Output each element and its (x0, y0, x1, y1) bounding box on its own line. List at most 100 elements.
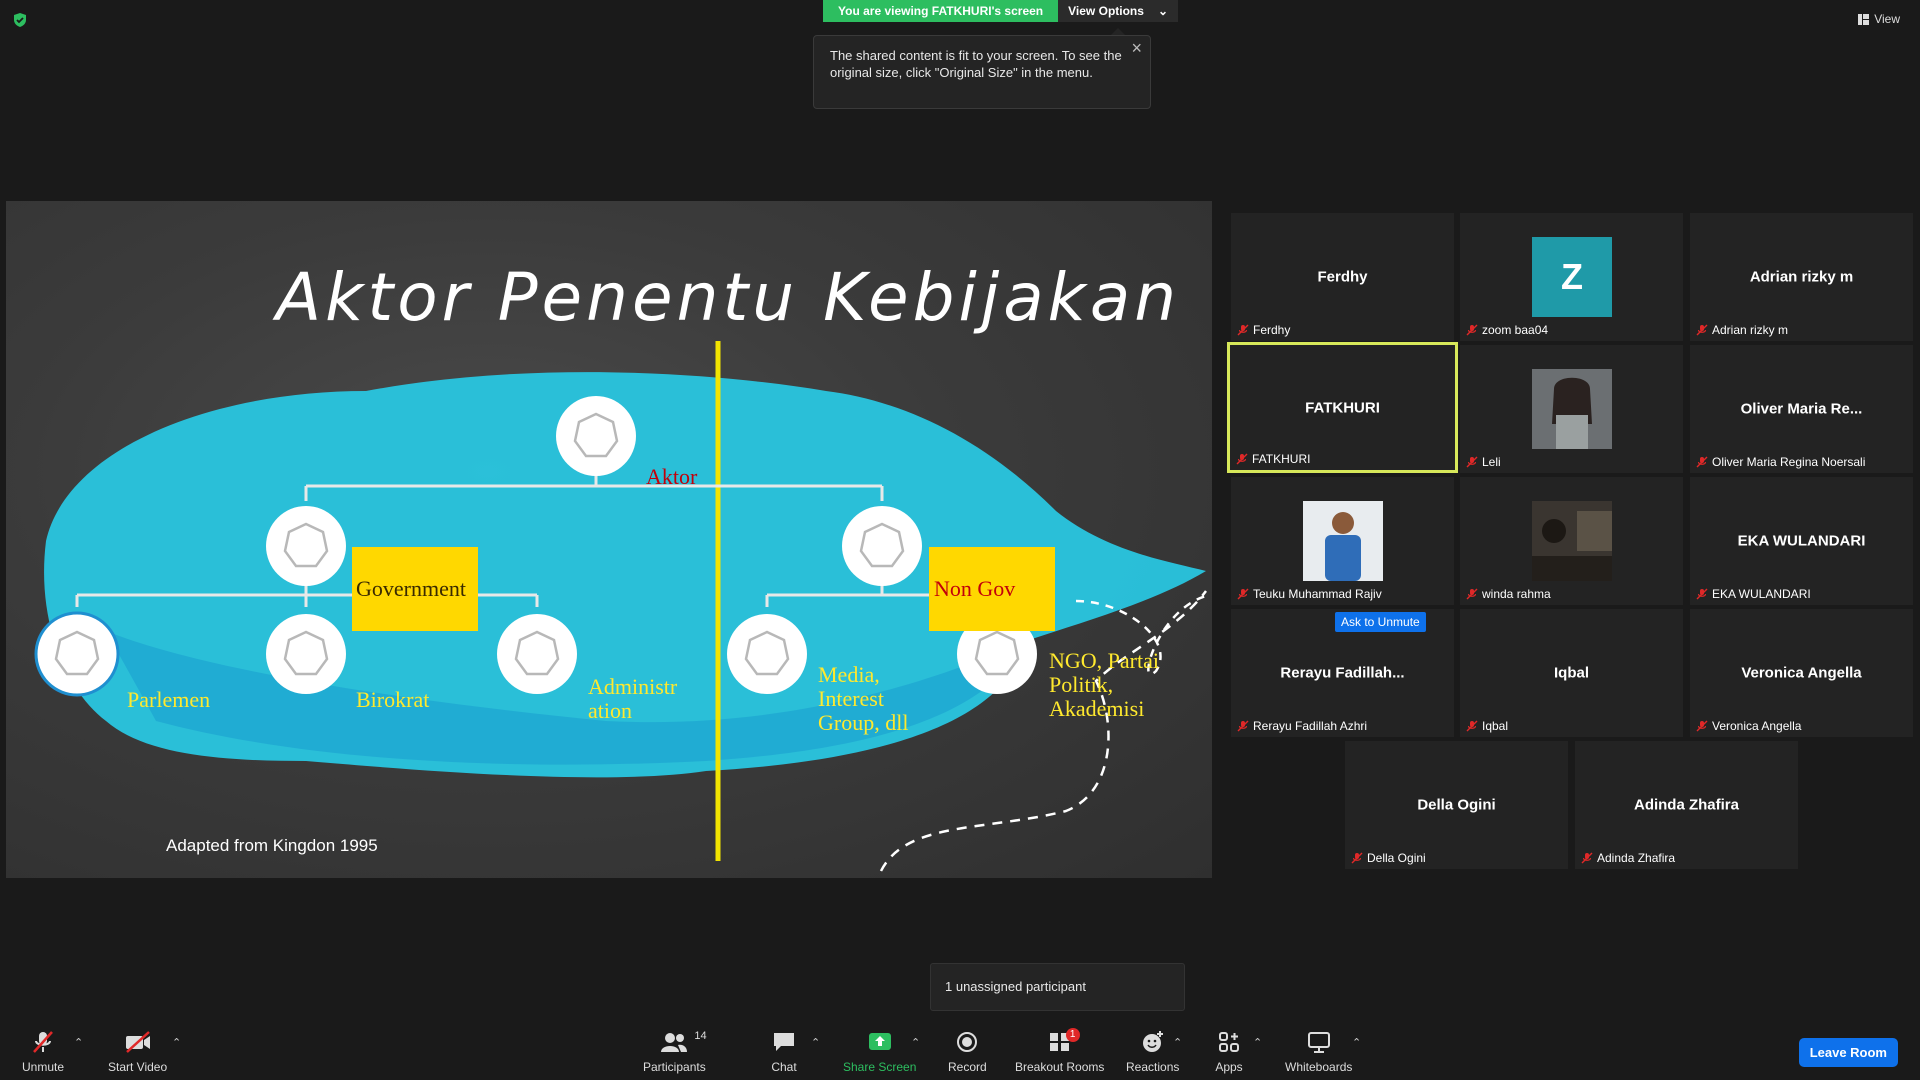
record-button[interactable]: Record (948, 1030, 987, 1074)
mic-muted-icon (1351, 852, 1363, 864)
slide-title: Aktor Penentu Kebijakan (276, 259, 1181, 336)
non-gov-label: Non Gov (934, 576, 1016, 601)
participant-tile[interactable]: Leli (1460, 345, 1683, 473)
share-screen-label: Share Screen (843, 1060, 917, 1074)
whiteboards-label: Whiteboards (1285, 1060, 1353, 1074)
nameplate-text: Leli (1482, 455, 1501, 469)
mic-muted-icon (1581, 852, 1593, 864)
participant-name-center: Iqbal (1553, 664, 1589, 682)
participant-tile[interactable]: Z zoom baa04 (1460, 213, 1683, 341)
participant-nameplate: zoom baa04 (1466, 323, 1548, 337)
whiteboards-button[interactable]: Whiteboards (1285, 1030, 1352, 1074)
mic-muted-icon (1696, 456, 1708, 468)
encryption-shield-icon[interactable] (12, 12, 28, 28)
ask-to-unmute-button[interactable]: Ask to Unmute (1335, 612, 1426, 632)
unmute-button[interactable]: Unmute (22, 1030, 64, 1074)
government-label: Government (356, 576, 466, 601)
nameplate-text: Adinda Zhafira (1597, 851, 1676, 865)
nameplate-text: Ferdhy (1253, 323, 1291, 337)
mic-muted-icon (1466, 720, 1478, 732)
participant-tile[interactable]: Iqbal Iqbal (1460, 609, 1683, 737)
participant-nameplate: Iqbal (1466, 719, 1508, 733)
apps-label: Apps (1215, 1060, 1243, 1074)
participant-nameplate: Oliver Maria Regina Noersali (1696, 455, 1865, 469)
mic-muted-icon (1236, 453, 1248, 465)
apps-caret-icon[interactable]: ⌃ (1253, 1036, 1262, 1049)
viewing-screen-label: You are viewing FATKHURI's screen (823, 0, 1059, 22)
participants-label: Participants (643, 1060, 706, 1074)
node-circle-parlemen (34, 611, 120, 697)
node-circle-root (556, 396, 636, 476)
avatar: Z (1532, 237, 1612, 317)
node-circle-nongov (842, 506, 922, 586)
apps-button[interactable]: Apps (1215, 1030, 1243, 1074)
participant-name-center: Della Ogini (1417, 796, 1496, 814)
participants-button[interactable]: 14 Participants (643, 1030, 707, 1074)
audio-options-caret-icon[interactable]: ⌃ (74, 1036, 83, 1049)
nameplate-text: zoom baa04 (1482, 323, 1549, 337)
reactions-caret-icon[interactable]: ⌃ (1173, 1036, 1182, 1049)
mic-muted-icon (1696, 324, 1708, 336)
participant-nameplate: Veronica Angella (1696, 719, 1801, 733)
participant-nameplate: Teuku Muhammad Rajiv (1237, 587, 1382, 601)
participant-nameplate: FATKHURI (1236, 452, 1310, 466)
chat-bubble-icon (774, 1033, 794, 1051)
chat-label: Chat (771, 1060, 797, 1074)
whiteboards-caret-icon[interactable]: ⌃ (1352, 1036, 1361, 1049)
share-screen-button[interactable]: Share Screen (843, 1030, 916, 1074)
node-circle-media (727, 614, 807, 694)
whiteboard-icon (1307, 1032, 1330, 1053)
breakout-rooms-button[interactable]: 1 Breakout Rooms (1015, 1028, 1105, 1074)
participant-nameplate: Adinda Zhafira (1581, 851, 1675, 865)
video-options-caret-icon[interactable]: ⌃ (172, 1036, 181, 1049)
participant-tile[interactable]: Ask to Unmute Rerayu Fadillah... Rerayu … (1231, 609, 1454, 737)
chat-options-caret-icon[interactable]: ⌃ (811, 1036, 820, 1049)
meeting-toolbar: Unmute ⌃ Start Video ⌃ 14 Participants C… (0, 1020, 1920, 1080)
reactions-label: Reactions (1126, 1060, 1180, 1074)
participant-nameplate: Leli (1466, 455, 1501, 469)
participant-video-thumbnail (1532, 369, 1612, 449)
participant-name-center: Ferdhy (1317, 268, 1368, 286)
nameplate-text: Rerayu Fadillah Azhri (1253, 719, 1368, 733)
reactions-button[interactable]: Reactions (1126, 1030, 1179, 1074)
participant-tile[interactable]: Veronica Angella Veronica Angella (1690, 609, 1913, 737)
mic-muted-icon (1696, 720, 1708, 732)
administration-label: Administr ation (588, 674, 678, 723)
active-speaker-tile[interactable]: FATKHURI FATKHURI (1227, 342, 1458, 473)
participant-tile[interactable]: Oliver Maria Re... Oliver Maria Regina N… (1690, 345, 1913, 473)
ngo-label: NGO, Partai Politik, Akademisi (1049, 648, 1159, 721)
nameplate-text: Adrian rizky m (1712, 323, 1789, 337)
view-options-button[interactable]: View Options ⌄ (1058, 0, 1178, 22)
share-screen-icon (868, 1033, 891, 1050)
close-icon[interactable]: × (1131, 39, 1142, 57)
participant-tile[interactable]: Della Ogini Della Ogini (1345, 741, 1568, 869)
mic-muted-icon (1237, 720, 1249, 732)
participant-tile[interactable]: Ferdhy Ferdhy (1231, 213, 1454, 341)
mic-muted-icon (1466, 588, 1478, 600)
breakout-rooms-label: Breakout Rooms (1015, 1060, 1105, 1074)
node-circle-birokrat (266, 614, 346, 694)
participant-tile[interactable]: Teuku Muhammad Rajiv (1231, 477, 1454, 605)
participant-name-center: Oliver Maria Re... (1740, 400, 1863, 418)
chat-button[interactable]: Chat (770, 1030, 798, 1074)
participant-tile[interactable]: Adinda Zhafira Adinda Zhafira (1575, 741, 1798, 869)
participant-name-center: Adinda Zhafira (1633, 796, 1739, 814)
chevron-down-icon: ⌄ (1157, 4, 1168, 18)
start-video-button[interactable]: Start Video (108, 1030, 167, 1074)
shared-screen-slide[interactable]: Aktor Penentu Kebijakan Aktor Government… (6, 201, 1212, 878)
parlemen-label: Parlemen (127, 687, 211, 712)
nameplate-text: EKA WULANDARI (1712, 587, 1811, 601)
participant-tile[interactable]: EKA WULANDARI EKA WULANDARI (1690, 477, 1913, 605)
node-circle-admin (497, 614, 577, 694)
participants-icon (661, 1033, 688, 1052)
share-options-caret-icon[interactable]: ⌃ (911, 1036, 920, 1049)
view-options-label: View Options (1068, 4, 1144, 18)
leave-room-button[interactable]: Leave Room (1798, 1038, 1898, 1067)
participant-tile[interactable]: Adrian rizky m Adrian rizky m (1690, 213, 1913, 341)
unassigned-participant-notice[interactable]: 1 unassigned participant (930, 963, 1185, 1011)
participants-count: 14 (694, 1030, 707, 1042)
nameplate-text: winda rahma (1482, 587, 1551, 601)
mic-muted-icon (1237, 588, 1249, 600)
view-layout-button[interactable]: View (1858, 12, 1900, 26)
participant-tile[interactable]: winda rahma (1460, 477, 1683, 605)
